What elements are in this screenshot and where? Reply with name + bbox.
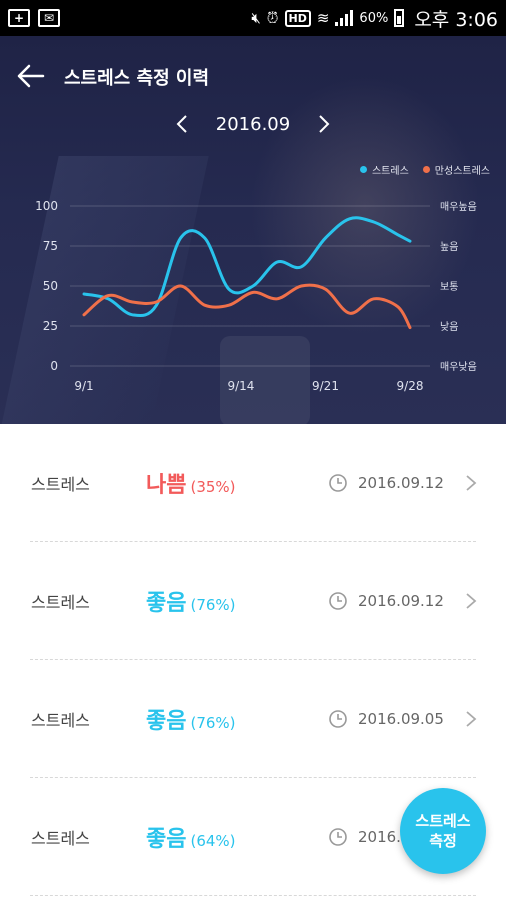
hd-icon: HD (284, 9, 311, 27)
legend-label: 스트레스 (371, 166, 409, 177)
clock-icon (329, 710, 347, 728)
fab-label-line2: 측정 (429, 832, 457, 850)
add-icon: + (8, 9, 30, 27)
row-date: 2016.09.12 (358, 592, 444, 610)
status-right: 🔇︎ ⏰︎ HD ≋ 60% 오후 3:06 (251, 5, 498, 32)
y-tick-label-right: 매우높음 (440, 201, 477, 213)
clock-icon (329, 592, 347, 610)
status-percent: (64%) (190, 832, 236, 850)
app-root: + ✉ 🔇︎ ⏰︎ HD ≋ 60% 오후 3:06 스트레스 측정 이력 20… (0, 0, 506, 900)
status-grade: 좋음 (146, 709, 187, 734)
history-row[interactable]: 스트레스 나쁨 (35%) 2016.09.12 (0, 424, 506, 542)
measure-stress-button[interactable]: 스트레스 측정 (400, 788, 486, 874)
alarm-icon: ⏰︎ (266, 9, 279, 27)
row-date-group: 2016.09.12 (328, 473, 444, 493)
history-row[interactable]: 스트레스 좋음 (76%) 2016.09.12 (0, 542, 506, 660)
clock-icon (329, 474, 347, 492)
y-tick-label: 50 (43, 279, 58, 293)
chevron-right-icon (466, 593, 477, 609)
prev-month-button[interactable] (172, 112, 192, 136)
row-label: 스트레스 (31, 475, 90, 494)
chevron-right-icon (319, 115, 330, 133)
status-percent: (76%) (190, 596, 236, 614)
row-status: 좋음 (76%) (146, 703, 236, 735)
row-label: 스트레스 (31, 829, 90, 848)
status-time: 오후 3:06 (414, 8, 498, 31)
stress-line-chart: 0 매우낮음 25 낮음 50 보통 75 높음 100 매우높음 9/1 9/14 9/21 9/28 (35, 199, 477, 393)
chart-legend: 스트레스 만성스트레스 (359, 162, 490, 177)
row-status: 좋음 (64%) (146, 821, 236, 853)
chevron-left-icon (176, 115, 187, 133)
y-tick-label: 0 (50, 359, 58, 373)
history-row[interactable]: 스트레스 좋음 (76%) 2016.09.05 (0, 660, 506, 778)
status-grade: 좋음 (146, 591, 187, 616)
row-label: 스트레스 (31, 711, 90, 730)
legend-dot (359, 166, 367, 173)
chart-header: 스트레스 측정 이력 2016.09 스트레스 만성스트레스 0 매우낮음 25… (0, 36, 506, 424)
x-tick-label: 9/21 (312, 379, 339, 393)
x-tick-label: 9/14 (227, 379, 254, 393)
status-percent: (35%) (190, 478, 236, 496)
y-tick-label-right: 높음 (440, 241, 458, 253)
row-date: 2016.09.12 (358, 474, 444, 492)
row-date-group: 2016.09.05 (328, 709, 444, 729)
clock-icon (329, 828, 347, 846)
status-grade: 좋음 (146, 827, 187, 852)
y-tick-label-right: 낮음 (440, 321, 458, 333)
row-date: 2016.09.05 (358, 710, 444, 728)
chevron-right-icon (466, 711, 477, 727)
mute-icon: 🔇︎ (251, 9, 261, 27)
legend-dot (422, 166, 430, 173)
back-button[interactable] (14, 60, 46, 92)
battery-percent: 60% (359, 10, 389, 26)
row-status: 좋음 (76%) (146, 585, 236, 617)
row-label: 스트레스 (31, 593, 90, 612)
status-bar: + ✉ 🔇︎ ⏰︎ HD ≋ 60% 오후 3:06 (0, 0, 506, 36)
back-arrow-icon (17, 64, 45, 88)
status-percent: (76%) (190, 714, 236, 732)
y-tick-label: 100 (35, 199, 58, 213)
current-month: 2016.09 (215, 113, 291, 135)
x-tick-label: 9/28 (397, 379, 424, 393)
battery-icon (394, 9, 405, 27)
status-grade: 나쁨 (146, 473, 187, 498)
next-month-button[interactable] (314, 112, 334, 136)
fab-label-line1: 스트레스 (415, 812, 471, 830)
wifi-icon: ≋ (316, 9, 330, 27)
series-line (82, 283, 412, 330)
chevron-right-icon (466, 475, 477, 491)
signal-icon (335, 10, 354, 26)
y-tick-label-right: 매우낮음 (440, 361, 477, 373)
month-navigator: 2016.09 (0, 110, 506, 138)
page-title: 스트레스 측정 이력 (64, 68, 210, 89)
x-tick-label: 9/1 (74, 379, 93, 393)
row-date-group: 2016.09.12 (328, 591, 444, 611)
mail-icon: ✉ (38, 9, 60, 27)
y-tick-label: 75 (43, 239, 58, 253)
row-status: 나쁨 (35%) (146, 467, 236, 499)
legend-item-stress: 스트레스 (359, 162, 409, 177)
y-tick-label-right: 보통 (440, 281, 458, 293)
y-tick-label: 25 (43, 319, 58, 333)
legend-label: 만성스트레스 (434, 166, 490, 177)
legend-item-chronic-stress: 만성스트레스 (422, 162, 490, 177)
status-left: + ✉ (8, 9, 60, 27)
